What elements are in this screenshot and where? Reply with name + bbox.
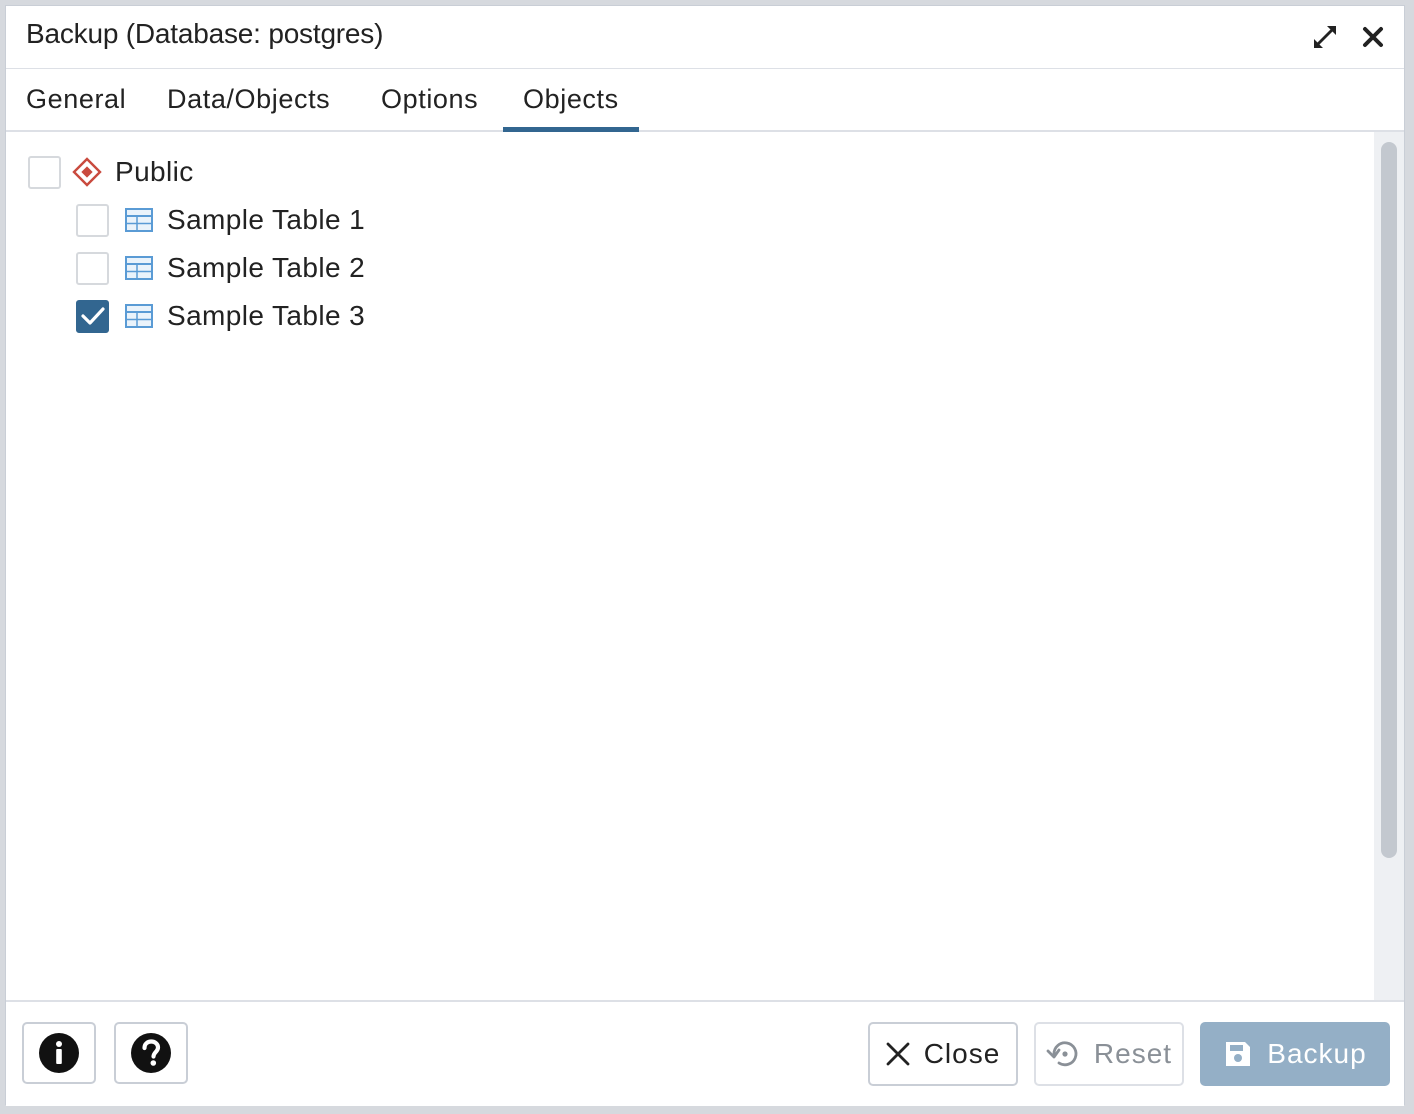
table-icon — [123, 300, 155, 332]
table-checkbox-checked[interactable] — [76, 299, 109, 333]
table-icon — [123, 204, 155, 236]
schema-icon — [71, 156, 103, 188]
table-label: Sample Table 1 — [167, 204, 366, 235]
close-icon — [886, 1042, 910, 1066]
objects-tree-panel: Public Sample Table 1 Sample Table 2 Sam… — [6, 132, 1374, 1000]
tree-node-table[interactable]: Sample Table 1 — [76, 198, 365, 242]
help-button[interactable] — [114, 1022, 188, 1084]
scrollbar-thumb[interactable] — [1381, 142, 1397, 858]
reset-icon — [1046, 1039, 1080, 1069]
tree-node-table[interactable]: Sample Table 2 — [76, 246, 365, 290]
table-label: Sample Table 3 — [167, 300, 366, 331]
backup-button-label: Backup — [1267, 1038, 1367, 1069]
table-label: Sample Table 2 — [167, 252, 366, 283]
tab-bar: General Data/Objects Options Objects — [6, 68, 1404, 132]
reset-button-label: Reset — [1093, 1038, 1173, 1069]
reset-button[interactable]: Reset — [1034, 1022, 1184, 1086]
table-icon — [123, 252, 155, 284]
vertical-scrollbar[interactable] — [1374, 132, 1404, 1000]
backup-button[interactable]: Backup — [1200, 1022, 1390, 1086]
schema-label: Public — [115, 156, 194, 187]
backup-dialog: Backup (Database: postgres) General Data… — [5, 5, 1405, 1106]
dialog-title: Backup (Database: postgres) — [26, 18, 384, 49]
help-icon — [131, 1033, 171, 1073]
save-icon — [1223, 1039, 1253, 1069]
close-button[interactable]: Close — [868, 1022, 1018, 1086]
tab-objects[interactable]: Objects — [503, 68, 639, 132]
table-checkbox[interactable] — [76, 203, 109, 237]
dialog-titlebar[interactable]: Backup (Database: postgres) — [6, 6, 1404, 69]
tab-options[interactable]: Options — [361, 68, 498, 130]
close-dialog-icon[interactable] — [1356, 20, 1390, 54]
tab-data-objects[interactable]: Data/Objects — [147, 68, 350, 130]
checkmark-icon — [80, 307, 105, 325]
schema-checkbox[interactable] — [28, 155, 61, 189]
tab-general[interactable]: General — [6, 68, 146, 130]
tree-node-table[interactable]: Sample Table 3 — [76, 294, 365, 338]
tree-node-schema[interactable]: Public — [28, 150, 194, 194]
maximize-icon[interactable] — [1308, 20, 1342, 54]
close-button-label: Close — [923, 1038, 1001, 1069]
info-button[interactable] — [22, 1022, 96, 1084]
info-icon — [39, 1033, 79, 1073]
dialog-footer: Close Reset Backup — [6, 1000, 1404, 1106]
table-checkbox[interactable] — [76, 251, 109, 285]
